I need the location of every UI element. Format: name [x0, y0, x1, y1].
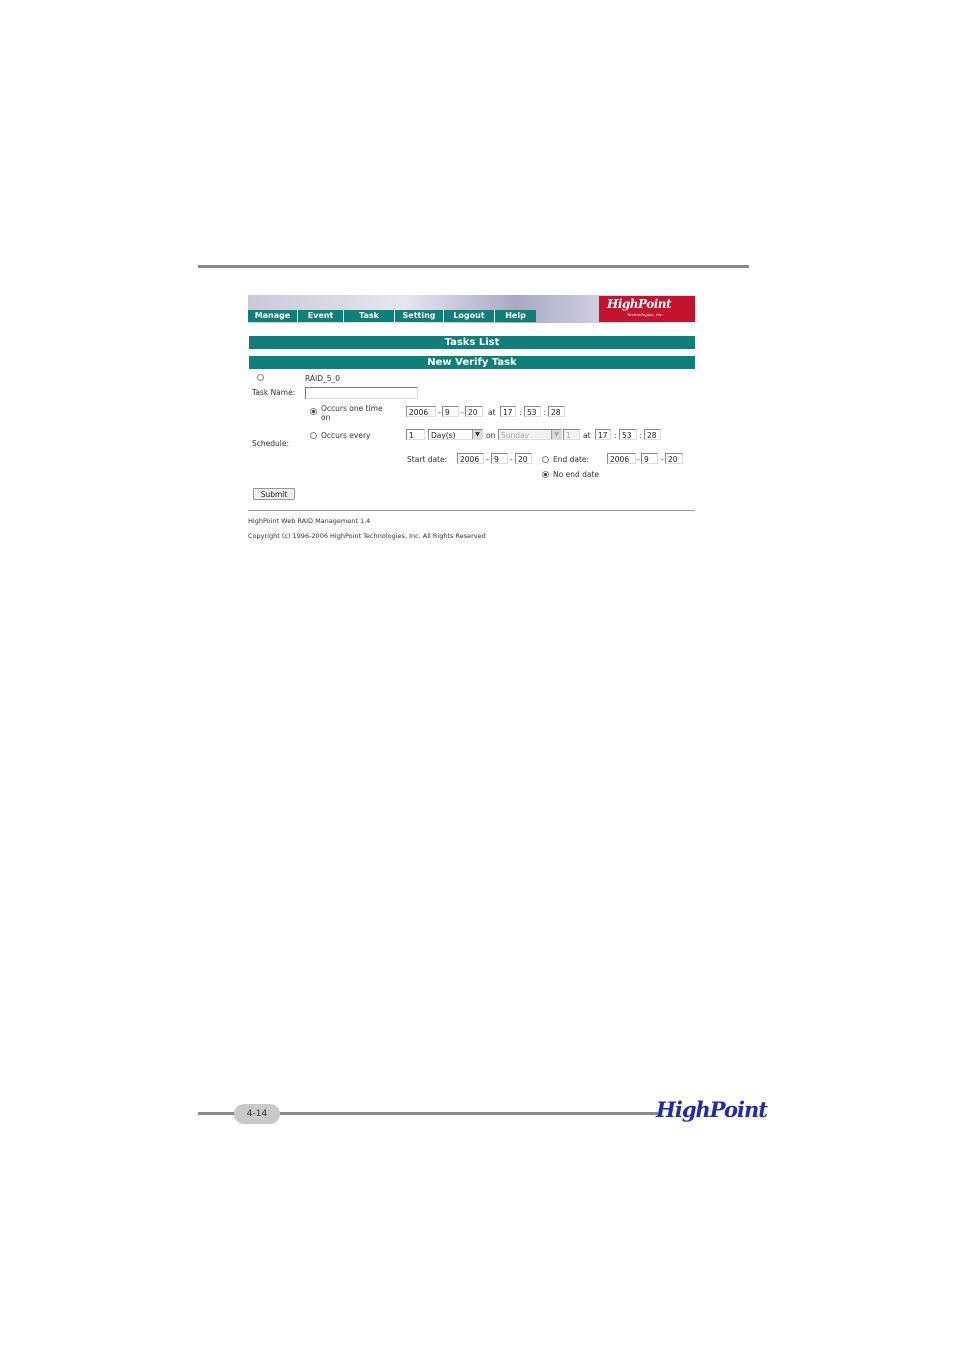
weekday-value: Sunday: [501, 431, 530, 440]
array-name: RAID_5_0: [305, 374, 341, 383]
chevron-down-icon: ▼: [551, 430, 561, 439]
every-unit-value: Day(s): [431, 431, 456, 440]
highpoint-logo: HighPoint Technologies, Inc.: [599, 296, 695, 322]
every-unit-select[interactable]: Day(s) ▼: [428, 429, 483, 440]
nav-task[interactable]: Task: [344, 310, 395, 322]
every-at-label: at: [583, 431, 591, 440]
start-date-label: Start date:: [407, 455, 448, 464]
occurs-every-label: Occurs every: [321, 431, 371, 440]
every-minute-field[interactable]: 53: [619, 429, 637, 440]
end-day-field[interactable]: 20: [665, 453, 683, 464]
task-name-input[interactable]: [305, 387, 418, 399]
nav-logout[interactable]: Logout: [444, 310, 495, 322]
day-number-field[interactable]: 1: [563, 429, 580, 440]
dash-separator: -: [510, 455, 513, 464]
once-at-label: at: [488, 408, 496, 417]
footer-copyright: Copyright (c) 1996-2006 HighPoint Techno…: [248, 532, 486, 540]
schedule-label: Schedule:: [252, 439, 289, 448]
dash-separator: -: [438, 408, 441, 417]
colon-separator: :: [614, 431, 617, 440]
once-hour-field[interactable]: 17: [500, 406, 516, 417]
logo-tagline: Technologies, Inc.: [627, 312, 664, 317]
end-year-field[interactable]: 2006: [607, 453, 636, 464]
end-date-label: End date:: [553, 455, 590, 464]
start-month-field[interactable]: 9: [491, 453, 508, 464]
task-name-label: Task Name:: [252, 388, 296, 397]
screenshot-area: Manage Event Task Setting Logout Help Hi…: [248, 295, 697, 545]
every-hour-field[interactable]: 17: [595, 429, 611, 440]
page-header-rule: [198, 265, 749, 268]
nav-event[interactable]: Event: [298, 310, 344, 322]
dash-separator: -: [661, 455, 664, 464]
once-second-field[interactable]: 28: [548, 406, 565, 417]
divider: [248, 510, 695, 511]
once-day-field[interactable]: 20: [465, 406, 483, 417]
nav-manage[interactable]: Manage: [248, 310, 298, 322]
no-end-date-radio[interactable]: [542, 471, 549, 478]
array-radio[interactable]: [257, 374, 264, 381]
occurs-once-radio[interactable]: [310, 408, 317, 415]
weekday-select[interactable]: Sunday ▼: [498, 429, 562, 440]
nav-setting[interactable]: Setting: [395, 310, 444, 322]
once-minute-field[interactable]: 53: [524, 406, 541, 417]
new-verify-task-header: New Verify Task: [249, 356, 695, 369]
occurs-once-label-on: on: [321, 413, 331, 422]
once-year-field[interactable]: 2006: [406, 406, 436, 417]
nav-bar: Manage Event Task Setting Logout Help: [248, 310, 536, 322]
end-date-radio[interactable]: [542, 456, 549, 463]
colon-separator: :: [639, 431, 642, 440]
once-month-field[interactable]: 9: [442, 406, 459, 417]
occurs-every-radio[interactable]: [310, 432, 317, 439]
footer-version: HighPoint Web RAID Management 1.4: [248, 517, 371, 525]
end-month-field[interactable]: 9: [641, 453, 658, 464]
colon-separator: :: [543, 408, 546, 417]
no-end-date-label: No end date: [553, 470, 600, 479]
occurs-once-label: Occurs one time: [321, 404, 383, 413]
start-year-field[interactable]: 2006: [457, 453, 484, 464]
colon-separator: :: [519, 408, 522, 417]
every-on-label: on: [486, 431, 496, 440]
dash-separator: -: [637, 455, 640, 464]
chevron-down-icon: ▼: [472, 430, 482, 439]
nav-help[interactable]: Help: [495, 310, 536, 322]
tasks-list-header[interactable]: Tasks List: [249, 336, 695, 349]
every-second-field[interactable]: 28: [644, 429, 661, 440]
dash-separator: -: [486, 455, 489, 464]
start-day-field[interactable]: 20: [515, 453, 532, 464]
page-number: 4-14: [234, 1104, 280, 1124]
submit-button[interactable]: Submit: [253, 488, 295, 500]
dash-separator: -: [461, 408, 464, 417]
logo-wordmark: HighPoint: [607, 297, 672, 311]
footer-logo: HighPoint: [656, 1097, 768, 1122]
every-count-field[interactable]: 1: [406, 429, 425, 440]
